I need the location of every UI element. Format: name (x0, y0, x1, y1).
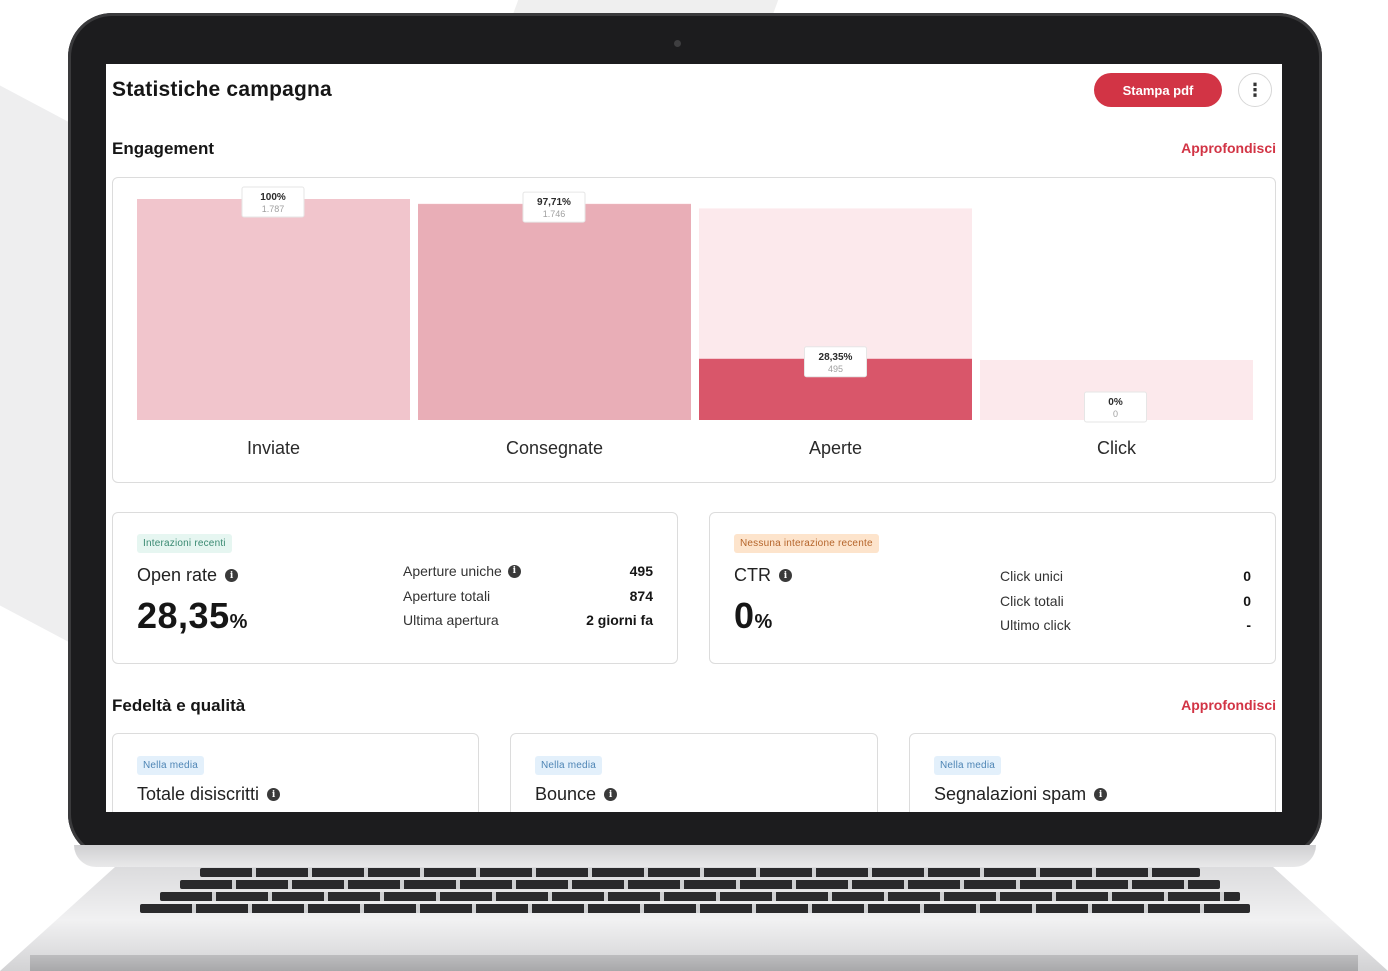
average-badge: Nella media (934, 756, 1002, 775)
value-unit: % (754, 611, 773, 633)
more-options-button[interactable]: ⋮ (1238, 73, 1272, 107)
value-number: 28,35 (137, 595, 230, 636)
bar-count-label: 0 (1113, 409, 1118, 419)
print-pdf-button[interactable]: Stampa pdf (1094, 73, 1222, 107)
ctr-label: CTR i (734, 565, 792, 586)
quality-details-link[interactable]: Approfondisci (1181, 697, 1276, 713)
bounce-card: Nella media Bounce i (510, 733, 878, 812)
row-label: Aperture uniche (403, 563, 502, 579)
camera-icon (674, 40, 681, 47)
unique-opens-label: Aperture uniche i (403, 563, 521, 579)
info-icon[interactable]: i (779, 569, 792, 582)
unsubscribes-label: Totale disiscritti i (137, 784, 281, 805)
info-icon[interactable]: i (225, 569, 239, 582)
category-label-consegnate: Consegnate (506, 438, 603, 458)
metric-name: Segnalazioni spam (934, 784, 1087, 804)
last-open-label: Ultima apertura (403, 612, 499, 628)
quality-title: Fedeltà e qualità (112, 696, 246, 715)
category-label-inviate: Inviate (247, 438, 300, 458)
bar-count-label: 1.746 (543, 209, 566, 219)
category-label-click: Click (1097, 438, 1137, 458)
unique-clicks-label: Click unici (1000, 568, 1064, 584)
category-label-aperte: Aperte (809, 438, 862, 458)
last-open-value: 2 giorni fa (586, 612, 653, 628)
laptop-keyboard (130, 862, 1258, 922)
engagement-title: Engagement (112, 139, 215, 158)
total-opens-value: 874 (629, 588, 653, 604)
info-icon[interactable]: i (507, 564, 521, 578)
page-title: Statistiche campagna (112, 78, 332, 101)
open-rate-value: 28,35% (137, 595, 248, 637)
info-icon[interactable]: i (1094, 788, 1108, 801)
engagement-details-link[interactable]: Approfondisci (1181, 140, 1276, 156)
bar-percent-label: 100% (260, 192, 286, 203)
average-badge: Nella media (535, 756, 603, 775)
bar-percent-label: 97,71% (537, 197, 571, 208)
bar-count-label: 1.787 (262, 204, 285, 214)
bounce-label: Bounce i (535, 784, 618, 805)
spam-reports-label: Segnalazioni spam i (934, 784, 1108, 805)
metric-name: Bounce (535, 784, 597, 804)
last-click-label: Ultimo click (1000, 617, 1071, 633)
last-click-value: - (1246, 617, 1251, 633)
unique-clicks-value: 0 (1243, 568, 1251, 584)
open-rate-label: Open rate i (137, 565, 239, 586)
total-clicks-value: 0 (1243, 593, 1251, 609)
screen: Statistiche campagna Stampa pdf ⋮ Engage… (106, 64, 1282, 812)
recent-interactions-badge: Interazioni recenti (137, 534, 232, 553)
bar-percent-label: 0% (1108, 397, 1123, 408)
total-clicks-label: Click totali (1000, 593, 1064, 609)
no-recent-interactions-badge: Nessuna interazione recente (734, 534, 879, 553)
ctr-card: Nessuna interazione recente CTR i 0% Cli… (709, 512, 1276, 664)
average-badge: Nella media (137, 756, 205, 775)
funnel-bar-inviate[interactable] (137, 199, 410, 420)
vertical-ellipsis-icon: ⋮ (1246, 79, 1264, 100)
unique-opens-value: 495 (629, 563, 653, 579)
metric-name: CTR (734, 565, 771, 585)
engagement-funnel-chart: 100% 1.787 Inviate 97,71% 1.746 Consegnate 28,… (112, 177, 1276, 483)
metric-name: Totale disiscritti (137, 784, 260, 804)
metric-name: Open rate (137, 565, 218, 585)
open-rate-card: Interazioni recenti Open rate i 28,35% A… (112, 512, 678, 664)
value-number: 0 (734, 595, 755, 636)
funnel-svg: 100%1.787 Inviate 97,71%1.746 Consegnate 28,… (137, 186, 1253, 458)
laptop-base-edge (30, 955, 1358, 971)
info-icon[interactable]: i (267, 788, 281, 801)
total-opens-label: Aperture totali (403, 588, 491, 604)
spam-reports-card: Nella media Segnalazioni spam i (909, 733, 1276, 812)
ctr-value: 0% (734, 595, 773, 637)
bar-count-label: 495 (828, 364, 843, 374)
value-unit: % (229, 611, 248, 633)
info-icon[interactable]: i (604, 788, 618, 801)
unsubscribes-card: Nella media Totale disiscritti i (112, 733, 479, 812)
bar-percent-label: 28,35% (819, 352, 853, 363)
funnel-bar-consegnate[interactable] (418, 204, 691, 420)
